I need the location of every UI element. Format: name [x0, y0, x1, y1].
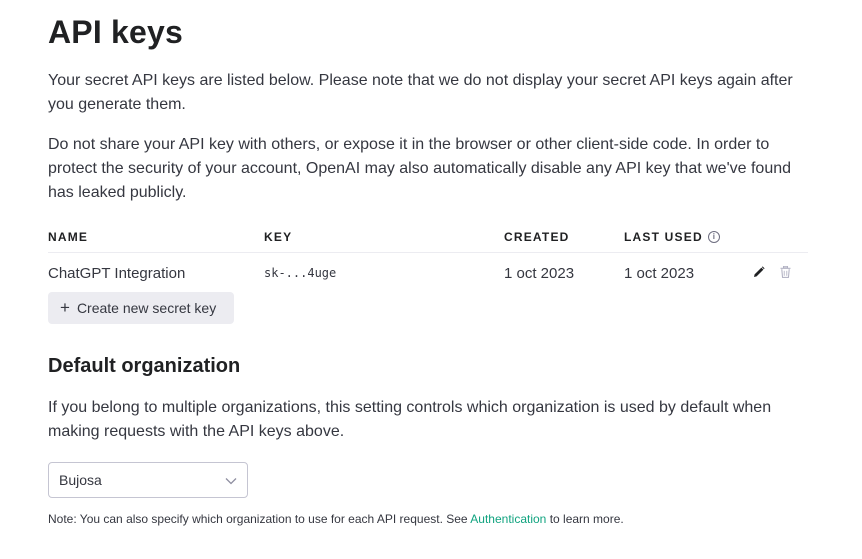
security-warning-paragraph: Do not share your API key with others, o…	[48, 136, 792, 201]
column-header-key: KEY	[264, 230, 293, 244]
trash-icon[interactable]	[778, 265, 792, 279]
column-header-created: CREATED	[504, 230, 570, 244]
note-suffix: to learn more.	[549, 512, 624, 526]
key-created-date: 1 oct 2023	[504, 265, 575, 282]
intro-paragraph: Your secret API keys are listed below. P…	[48, 72, 793, 113]
table-row: ChatGPT Integration sk-...4uge 1 oct 202…	[48, 253, 808, 291]
plus-icon: +	[60, 298, 70, 317]
api-keys-table: NAME KEY CREATED LAST USED i ChatGPT Int…	[48, 224, 808, 291]
key-last-used-date: 1 oct 2023	[624, 265, 695, 282]
chevron-down-icon	[225, 472, 237, 488]
organization-select[interactable]: Bujosa	[48, 462, 248, 498]
page-title: API keys	[48, 14, 184, 50]
organization-select-value: Bujosa	[59, 472, 102, 488]
row-actions	[736, 253, 808, 291]
create-new-secret-key-button[interactable]: + Create new secret key	[48, 292, 234, 324]
default-organization-description: If you belong to multiple organizations,…	[48, 399, 772, 440]
authentication-link[interactable]: Authentication	[470, 512, 546, 526]
default-organization-heading: Default organization	[48, 355, 241, 377]
note-prefix: Note: You can also specify which organiz…	[48, 512, 468, 526]
create-button-label: Create new secret key	[76, 300, 217, 316]
key-value: sk-...4uge	[264, 266, 337, 280]
info-icon[interactable]: i	[707, 231, 720, 243]
column-header-last-used: LAST USED i	[624, 230, 720, 244]
column-header-name: NAME	[48, 230, 89, 244]
pencil-icon[interactable]	[752, 265, 766, 279]
key-name: ChatGPT Integration	[48, 265, 186, 282]
table-header: NAME KEY CREATED LAST USED i	[48, 224, 808, 253]
column-header-last-used-label: LAST USED	[624, 230, 703, 244]
organization-note: Note: You can also specify which organiz…	[48, 512, 624, 526]
